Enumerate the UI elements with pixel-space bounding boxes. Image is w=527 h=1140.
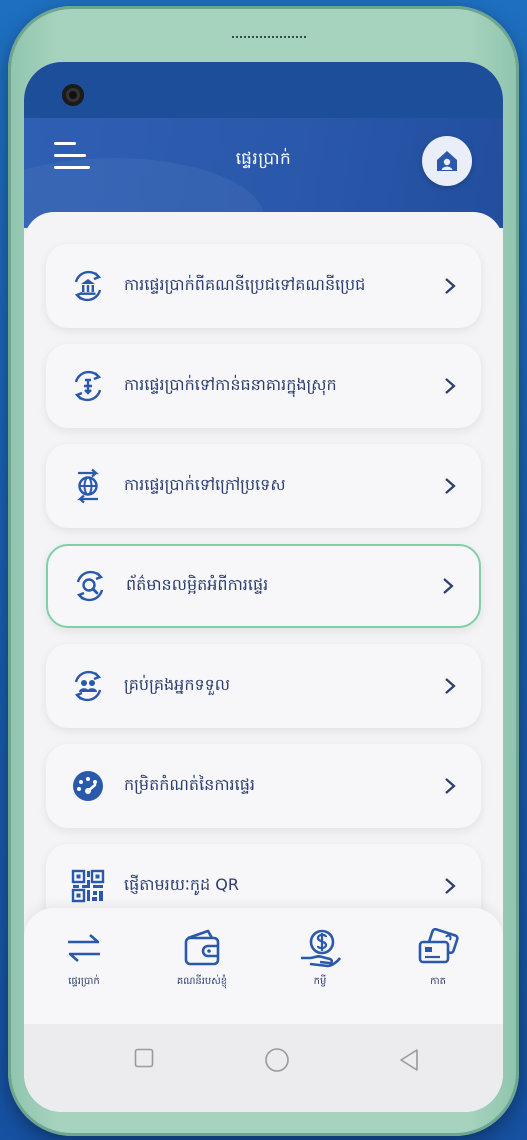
bottom-navigation: ផ្ទេរប្រាក់ គណនីរបស់ខ្ញុំ កម្ចី កាត [24, 908, 503, 1024]
menu-item-label: ផ្ញើតាមរយៈកូដ QR [124, 875, 239, 894]
nav-item-loans[interactable]: កម្ចី [270, 928, 370, 989]
menu-item-international-transfer[interactable]: ការផ្ទេរប្រាក់ទៅក្រៅប្រទេស [46, 444, 481, 528]
system-navigation-bar [24, 1024, 503, 1112]
nav-label: ផ្ទេរប្រាក់ [68, 976, 100, 987]
menu-item-manage-recipients[interactable]: គ្រប់គ្រងអ្នកទទួល [46, 644, 481, 728]
local-bank-transfer-icon [74, 370, 102, 402]
chevron-right-icon [445, 478, 456, 494]
chevron-right-icon [445, 778, 456, 794]
menu-item-label: ព័ត៌មានលម្អិតអំពីការផ្ទេរ [126, 575, 269, 594]
menu-item-label: ការផ្ទេរប្រាក់ទៅក្រៅប្រទេស [124, 475, 286, 494]
speedometer-icon [73, 771, 103, 801]
menu-item-label: គ្រប់គ្រងអ្នកទទួល [124, 675, 231, 694]
menu-item-label: កម្រិតកំណត់នៃការផ្ទេរ [124, 775, 255, 794]
status-bar [24, 62, 503, 118]
menu-icon-line [54, 166, 90, 169]
chevron-right-icon [445, 378, 456, 394]
nav-item-cards[interactable]: កាត [388, 928, 488, 989]
menu-item-transfer-limits[interactable]: កម្រិតកំណត់នៃការផ្ទេរ [46, 744, 481, 828]
phone-frame: ផ្ទេរប្រាក់ ការផ្ទេរប្រាក់ពីគណនីប្រេជទៅគ… [8, 6, 519, 1136]
nav-label: កាត [430, 976, 446, 987]
loan-icon [301, 929, 342, 968]
nav-label: គណនីរបស់ខ្ញុំ [176, 976, 228, 987]
home-system-button[interactable] [264, 1048, 290, 1072]
chevron-right-icon [445, 878, 456, 894]
search-transfer-icon [76, 570, 104, 602]
globe-transfer-icon [77, 468, 99, 504]
nav-label: កម្ចី [313, 976, 327, 987]
nav-item-my-accounts[interactable]: គណនីរបស់ខ្ញុំ [152, 928, 252, 989]
wallet-icon [184, 929, 220, 966]
menu-item-transfer-details[interactable]: ព័ត៌មានលម្អិតអំពីការផ្ទេរ [46, 544, 481, 628]
back-button[interactable] [398, 1048, 420, 1072]
phone-speaker [232, 36, 306, 44]
menu-item-local-bank-transfer[interactable]: ការផ្ទេរប្រាក់ទៅកាន់ធនាគារក្នុងស្រុក [46, 344, 481, 428]
chevron-right-icon [445, 278, 456, 294]
chevron-right-icon [445, 678, 456, 694]
manage-recipients-icon [74, 670, 102, 702]
card-icon [418, 928, 459, 964]
chevron-right-icon [443, 578, 454, 594]
menu-item-label: ការផ្ទេរប្រាក់ពីគណនីប្រេជទៅគណនីប្រេជ [124, 275, 366, 294]
menu-item-label: ការផ្ទេរប្រាក់ទៅកាន់ធនាគារក្នុងស្រុក [124, 375, 337, 394]
nav-item-transfer[interactable]: ផ្ទេរប្រាក់ [34, 928, 134, 989]
transfer-menu: ការផ្ទេរប្រាក់ពីគណនីប្រេជទៅគណនីប្រេជ ការ… [24, 212, 503, 972]
front-camera [62, 84, 84, 106]
menu-icon-line [54, 142, 76, 145]
screen: ផ្ទេរប្រាក់ ការផ្ទេរប្រាក់ពីគណនីប្រេជទៅគ… [24, 62, 503, 1112]
transfer-arrows-icon [68, 934, 100, 962]
qr-code-icon [71, 869, 105, 903]
home-button[interactable] [422, 136, 472, 186]
home-icon [437, 151, 457, 171]
bank-transfer-icon [74, 270, 102, 302]
menu-item-own-account-transfer[interactable]: ការផ្ទេរប្រាក់ពីគណនីប្រេជទៅគណនីប្រេជ [46, 244, 481, 328]
recent-apps-button[interactable] [134, 1048, 154, 1068]
